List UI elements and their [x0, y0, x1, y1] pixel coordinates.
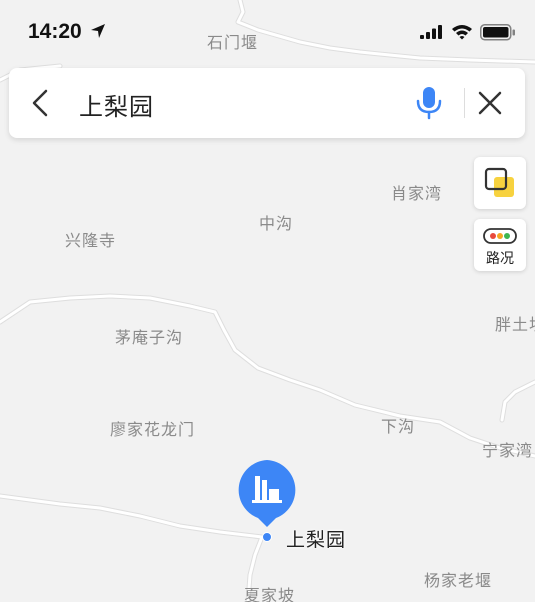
- map-label-xinglongsi[interactable]: 兴隆寺: [65, 227, 116, 251]
- layer-button[interactable]: [474, 157, 526, 209]
- back-arrow-icon[interactable]: [29, 88, 53, 118]
- microphone-icon[interactable]: [414, 86, 444, 120]
- status-bar: 14:20: [0, 0, 535, 62]
- map-label-liaojiahualongmen[interactable]: 廖家花龙门: [110, 416, 195, 440]
- search-divider: [464, 88, 465, 118]
- map-label-zhonggou[interactable]: 中沟: [259, 210, 293, 234]
- wifi-icon: [452, 25, 472, 40]
- map-label-xiaojiawan[interactable]: 肖家湾: [391, 180, 442, 204]
- battery-icon: [480, 24, 515, 41]
- status-time: 14:20: [28, 20, 82, 43]
- layers-icon: [484, 167, 514, 197]
- poi-location-dot: [262, 532, 272, 542]
- close-icon[interactable]: [476, 89, 504, 117]
- search-bar: 上梨园: [9, 68, 525, 138]
- map-label-xiajiapo[interactable]: 夏家坡: [244, 582, 295, 602]
- map-label-ningjiawan[interactable]: 宁家湾: [482, 437, 533, 461]
- location-arrow-icon: [91, 24, 105, 38]
- poi-label[interactable]: 上梨园: [286, 525, 346, 552]
- traffic-button[interactable]: 路况: [474, 219, 526, 271]
- cellular-signal-icon: [420, 25, 442, 39]
- traffic-light-icon: [483, 228, 517, 244]
- poi-marker-pin[interactable]: [236, 459, 298, 529]
- map-label-maoanzigou[interactable]: 茅庵子沟: [115, 324, 183, 348]
- map-label-xiagou[interactable]: 下沟: [381, 413, 415, 437]
- search-input[interactable]: 上梨园: [79, 87, 154, 122]
- traffic-label: 路况: [486, 251, 514, 267]
- map-label-pangtu[interactable]: 胖土坝: [495, 311, 535, 335]
- map-label-yangjialaoyan[interactable]: 杨家老堰: [424, 567, 492, 591]
